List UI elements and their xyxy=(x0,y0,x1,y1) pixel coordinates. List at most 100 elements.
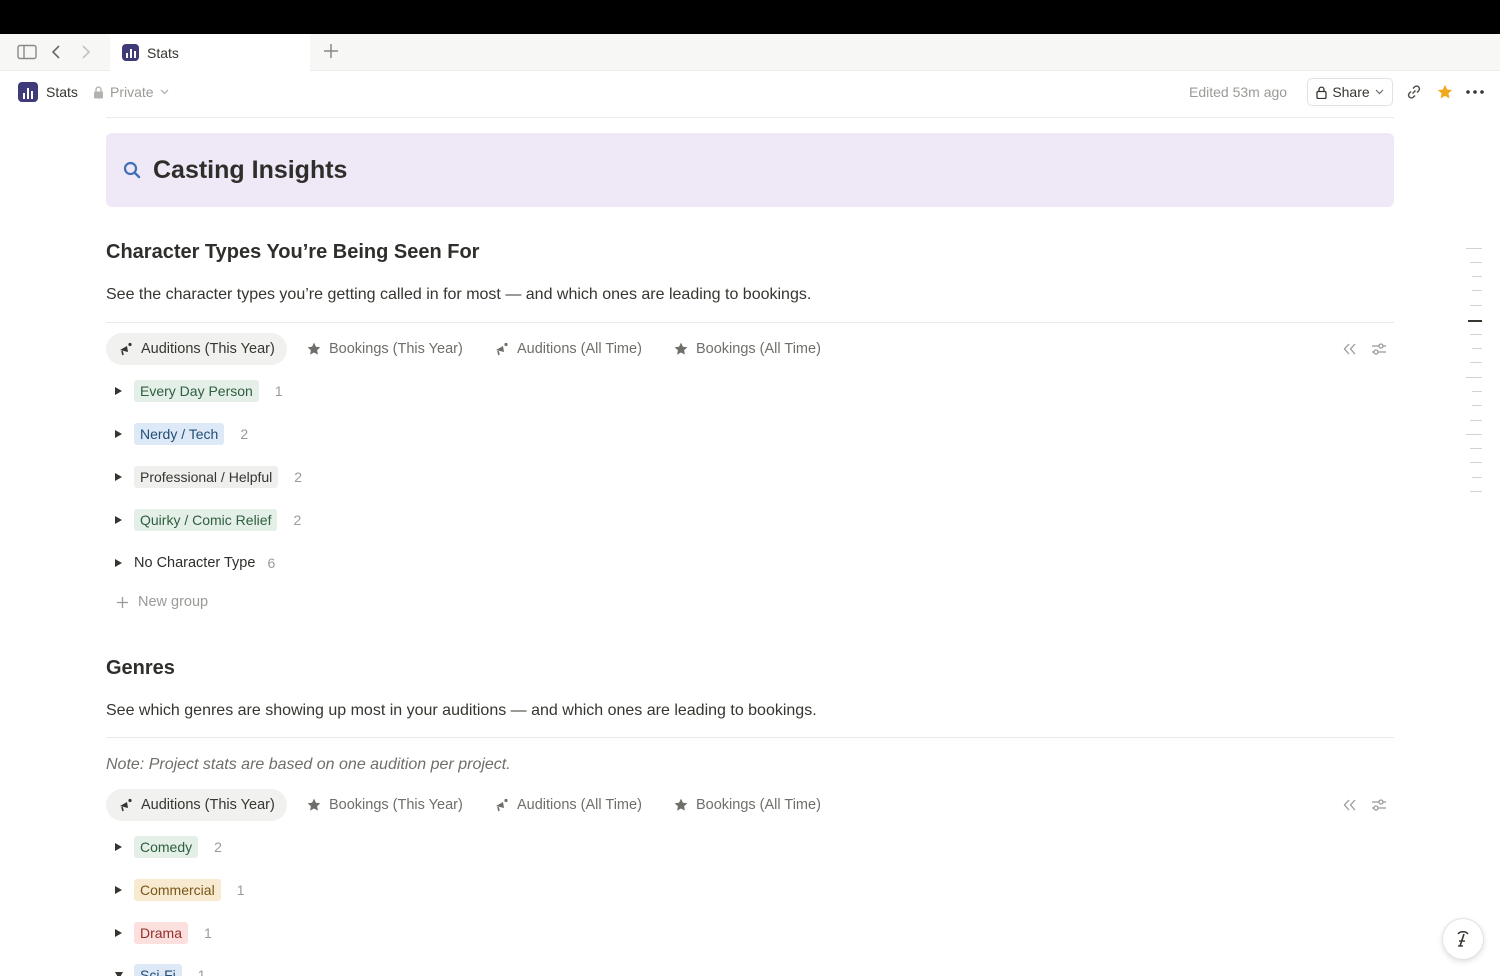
edited-timestamp: Edited 53m ago xyxy=(1189,84,1288,100)
divider xyxy=(106,737,1394,738)
view-label: Bookings (All Time) xyxy=(696,341,821,357)
privacy-dropdown[interactable]: Private xyxy=(93,84,169,100)
new-tab-button[interactable] xyxy=(320,42,342,64)
group-count: 2 xyxy=(214,839,222,855)
megaphone-icon xyxy=(120,798,132,812)
lock-icon xyxy=(1316,85,1327,99)
section-heading-genres: Genres xyxy=(106,657,175,679)
tab-bookings-this-year[interactable]: Bookings (This Year) xyxy=(294,333,475,365)
forward-arrow-icon[interactable] xyxy=(78,42,94,62)
view-label: Bookings (This Year) xyxy=(329,341,463,357)
tab-auditions-all-time[interactable]: Auditions (All Time) xyxy=(482,789,654,821)
toggle-triangle-icon[interactable] xyxy=(115,559,122,567)
group-count: 1 xyxy=(236,882,245,898)
group-row[interactable]: Nerdy / Tech 2 xyxy=(114,422,248,446)
section-heading-character-types: Character Types You’re Being Seen For xyxy=(106,241,480,263)
view-tabs: Auditions (This Year) Bookings (This Yea… xyxy=(106,789,1394,823)
tab-stats[interactable]: Stats xyxy=(110,34,310,71)
share-button[interactable]: Share xyxy=(1307,78,1393,106)
group-label: Every Day Person xyxy=(134,380,259,402)
collapse-icon[interactable] xyxy=(1340,795,1360,815)
ai-assistant-button[interactable] xyxy=(1442,918,1484,960)
ai-face-icon xyxy=(1457,931,1469,947)
group-count: 1 xyxy=(274,383,283,399)
group-label: Nerdy / Tech xyxy=(134,423,225,445)
toggle-triangle-icon[interactable] xyxy=(115,929,122,937)
tab-auditions-all-time[interactable]: Auditions (All Time) xyxy=(482,333,654,365)
bar-chart-icon xyxy=(122,44,139,61)
link-icon[interactable] xyxy=(1404,82,1424,102)
share-label: Share xyxy=(1332,84,1370,100)
group-row[interactable]: Sci-Fi 1 xyxy=(114,963,206,976)
group-count: 2 xyxy=(293,512,302,528)
toggle-triangle-icon[interactable] xyxy=(115,971,123,976)
page-header: Stats Private Edited 53m ago Share xyxy=(0,71,1500,115)
toggle-triangle-icon[interactable] xyxy=(115,430,122,438)
note-text: Note: Project stats are based on one aud… xyxy=(106,756,511,773)
star-icon xyxy=(307,798,321,811)
sidebar-toggle-icon[interactable] xyxy=(16,42,38,62)
view-tabs: Auditions (This Year) Bookings (This Yea… xyxy=(106,333,1394,367)
group-row[interactable]: Comedy 2 xyxy=(114,835,222,859)
breadcrumb[interactable]: Stats xyxy=(18,82,78,102)
group-count: 6 xyxy=(267,555,276,571)
megaphone-icon xyxy=(120,342,132,356)
group-row[interactable]: No Character Type 6 xyxy=(114,551,275,575)
search-icon xyxy=(123,161,141,179)
view-label: Auditions (This Year) xyxy=(141,341,275,357)
privacy-label: Private xyxy=(110,84,154,100)
group-label: Comedy xyxy=(134,836,199,858)
chevron-down-icon xyxy=(1375,89,1384,95)
megaphone-icon xyxy=(496,342,508,356)
tab-strip: Stats xyxy=(0,34,1500,71)
callout-block[interactable]: Casting Insights xyxy=(106,133,1394,207)
toggle-triangle-icon[interactable] xyxy=(115,843,122,851)
group-row[interactable]: Professional / Helpful 2 xyxy=(114,465,302,489)
toggle-triangle-icon[interactable] xyxy=(115,387,122,395)
toggle-triangle-icon[interactable] xyxy=(115,473,122,481)
star-icon xyxy=(307,342,321,355)
group-label: Sci-Fi xyxy=(134,964,182,976)
section-description: See which genres are showing up most in … xyxy=(106,702,817,719)
back-arrow-icon[interactable] xyxy=(48,42,64,62)
toggle-triangle-icon[interactable] xyxy=(115,516,122,524)
group-count: 2 xyxy=(294,469,303,485)
tab-title: Stats xyxy=(147,44,179,61)
window-top-bar xyxy=(0,0,1500,34)
more-options-icon[interactable] xyxy=(1465,82,1485,102)
megaphone-icon xyxy=(496,798,508,812)
view-label: Auditions (This Year) xyxy=(141,797,275,813)
group-row[interactable]: Quirky / Comic Relief 2 xyxy=(114,508,301,532)
callout-title: Casting Insights xyxy=(153,155,348,184)
tab-auditions-this-year[interactable]: Auditions (This Year) xyxy=(106,333,287,365)
tab-auditions-this-year[interactable]: Auditions (This Year) xyxy=(106,789,287,821)
settings-sliders-icon[interactable] xyxy=(1369,339,1389,359)
section-description: See the character types you’re getting c… xyxy=(106,286,812,303)
star-icon xyxy=(674,798,688,811)
tab-bookings-all-time[interactable]: Bookings (All Time) xyxy=(661,333,833,365)
divider xyxy=(106,322,1394,323)
header-divider xyxy=(106,117,1394,118)
group-count: 1 xyxy=(197,967,206,976)
chevron-down-icon xyxy=(160,89,169,95)
view-label: Bookings (This Year) xyxy=(329,797,463,813)
favorite-star-icon[interactable] xyxy=(1435,82,1455,102)
group-count: 1 xyxy=(204,925,212,941)
toggle-triangle-icon[interactable] xyxy=(115,886,122,894)
collapse-icon[interactable] xyxy=(1340,339,1360,359)
bar-chart-icon xyxy=(18,82,38,102)
new-group-button[interactable]: New group xyxy=(116,594,208,610)
group-row[interactable]: Drama 1 xyxy=(114,921,212,945)
group-label: Commercial xyxy=(134,879,221,901)
group-label: No Character Type xyxy=(134,555,256,571)
group-label: Drama xyxy=(134,922,189,944)
group-label: Quirky / Comic Relief xyxy=(134,509,278,531)
new-group-label: New group xyxy=(138,594,209,610)
view-label: Bookings (All Time) xyxy=(696,797,821,813)
group-count: 2 xyxy=(240,426,249,442)
group-row[interactable]: Every Day Person 1 xyxy=(114,379,283,403)
group-row[interactable]: Commercial 1 xyxy=(114,878,244,902)
tab-bookings-this-year[interactable]: Bookings (This Year) xyxy=(294,789,475,821)
settings-sliders-icon[interactable] xyxy=(1369,795,1389,815)
tab-bookings-all-time[interactable]: Bookings (All Time) xyxy=(661,789,833,821)
